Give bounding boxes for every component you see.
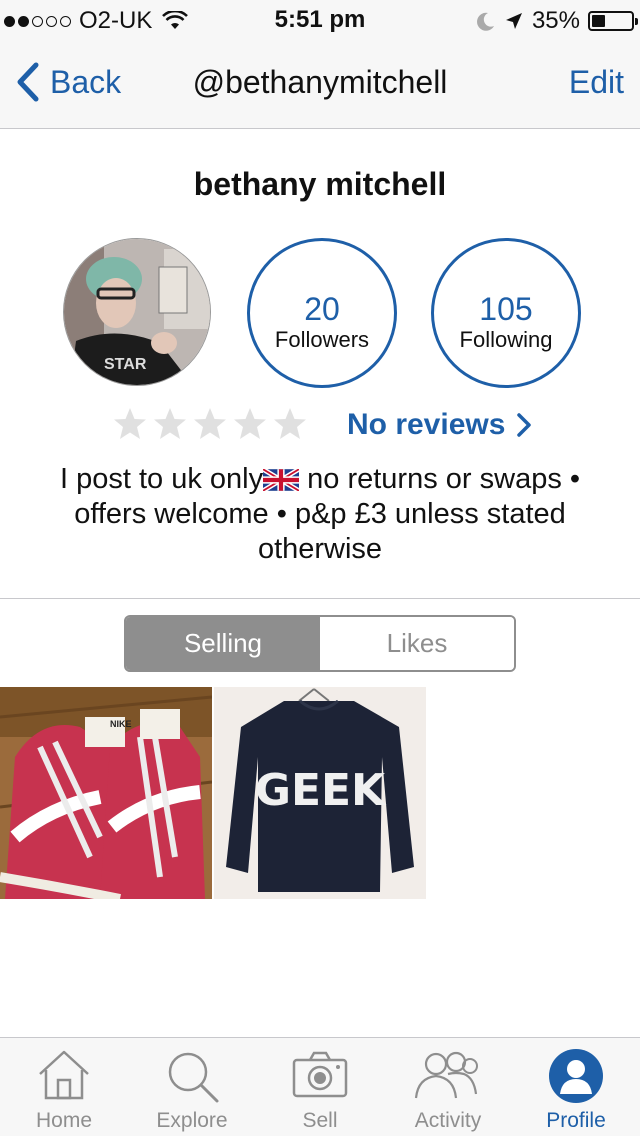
tab-bar: Home Explore Sell Activity Profile xyxy=(0,1037,640,1136)
profile-name: bethany mitchell xyxy=(193,166,447,202)
battery-fill xyxy=(592,15,606,27)
battery-icon xyxy=(588,11,638,31)
tab-likes[interactable]: Likes xyxy=(320,617,514,670)
following-button[interactable]: 105 Following xyxy=(431,238,581,388)
tab-label: Explore xyxy=(156,1109,228,1132)
chevron-left-icon xyxy=(17,62,39,102)
following-label: Following xyxy=(459,327,553,352)
tab-selling[interactable]: Selling xyxy=(126,617,320,670)
location-arrow-icon xyxy=(505,13,522,29)
status-bar: O2-UK 5:51 pm 35% xyxy=(0,0,640,40)
reviews-link[interactable]: No reviews xyxy=(347,408,532,442)
star-icon xyxy=(154,408,186,439)
svg-text:STAR: STAR xyxy=(104,356,147,373)
people-icon xyxy=(414,1051,478,1099)
tab-label: Activity xyxy=(414,1109,482,1132)
followers-button[interactable]: 20 Followers xyxy=(247,238,397,388)
tab-label: Home xyxy=(35,1109,93,1132)
star-icon xyxy=(234,408,266,439)
red-nike-blazer-sneakers-photo: NIKE xyxy=(0,687,212,899)
listing-item-sneakers[interactable]: NIKE xyxy=(0,687,212,899)
bio-text-start: I post to uk only xyxy=(59,463,264,495)
star-icon xyxy=(194,408,226,439)
svg-text:GEEK: GEEK xyxy=(255,765,387,816)
tab-label: Sell xyxy=(302,1109,338,1132)
navy-geek-sweatshirt-photo: GEEK xyxy=(214,687,426,899)
reviews-label: No reviews xyxy=(347,408,506,441)
profile-bio: I post to uk only no returns or swaps • … xyxy=(30,462,610,567)
moon-icon xyxy=(477,12,494,31)
selling-likes-segmented-control: Selling Likes xyxy=(124,615,516,672)
star-icon xyxy=(114,408,146,439)
chevron-right-icon xyxy=(517,413,532,437)
tab-home[interactable]: Home xyxy=(0,1038,128,1136)
navigation-bar: Back @bethanymitchell Edit xyxy=(0,40,640,129)
uk-flag-icon xyxy=(263,469,300,491)
tab-label: Profile xyxy=(546,1109,606,1132)
followers-count: 20 xyxy=(304,291,340,327)
following-count: 105 xyxy=(479,291,533,327)
tab-activity[interactable]: Activity xyxy=(384,1038,512,1136)
tab-profile[interactable]: Profile xyxy=(512,1038,640,1136)
star-icon xyxy=(274,408,306,439)
home-icon xyxy=(39,1050,89,1100)
camera-icon xyxy=(292,1051,348,1098)
battery-percent: 35% xyxy=(531,7,580,34)
back-label: Back xyxy=(50,63,122,100)
tab-sell[interactable]: Sell xyxy=(256,1038,384,1136)
back-button[interactable]: Back xyxy=(16,62,121,102)
profile-icon xyxy=(549,1049,603,1103)
status-right: 35% xyxy=(476,6,638,36)
svg-text:NIKE: NIKE xyxy=(110,719,132,729)
avatar[interactable]: STAR xyxy=(63,238,211,386)
edit-button[interactable]: Edit xyxy=(569,64,624,101)
section-divider xyxy=(0,598,640,599)
tab-explore[interactable]: Explore xyxy=(128,1038,256,1136)
rating-stars xyxy=(112,406,308,442)
followers-label: Followers xyxy=(274,327,370,352)
search-icon xyxy=(168,1052,219,1103)
listing-item-sweatshirt[interactable]: GEEK xyxy=(214,687,426,899)
